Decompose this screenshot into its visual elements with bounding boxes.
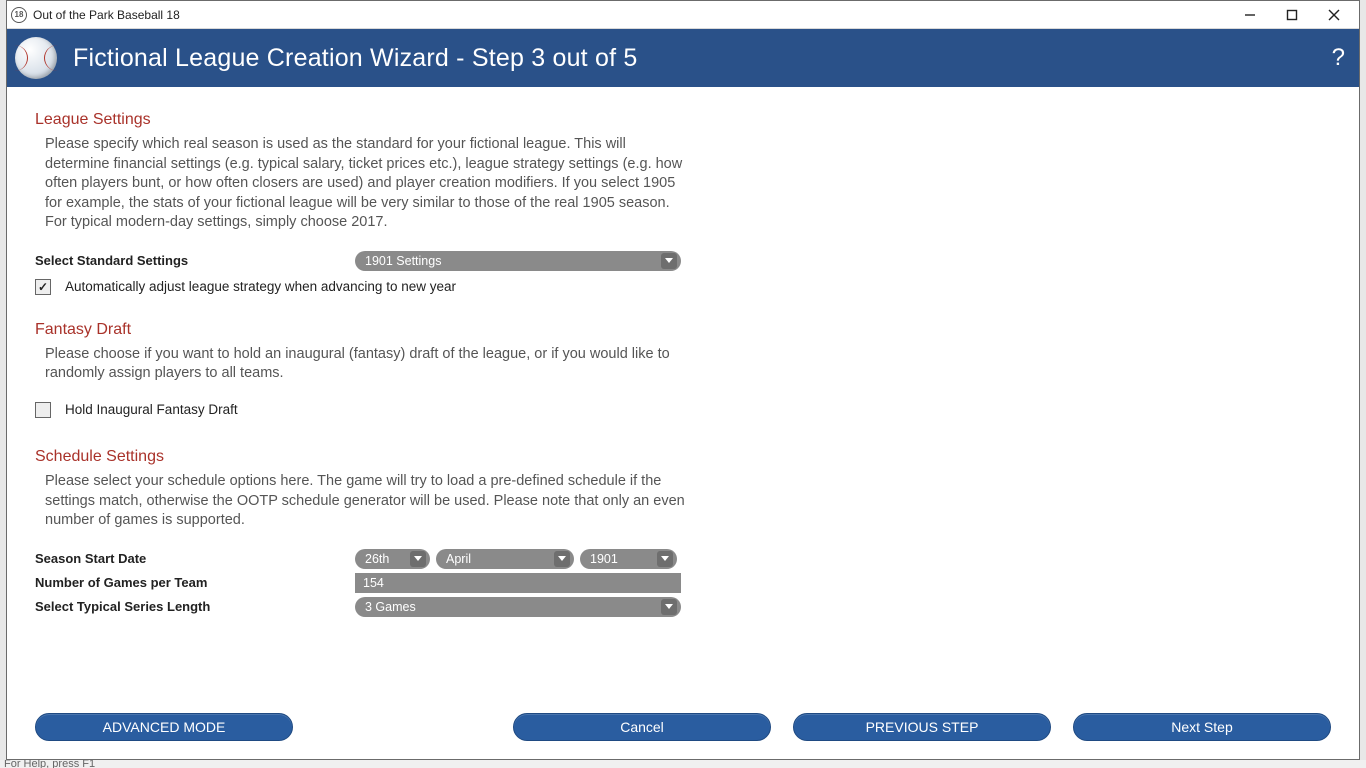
auto-adjust-checkbox[interactable] [35,279,51,295]
status-bar-fragment: For Help, press F1 [0,760,1366,768]
chevron-down-icon [554,551,570,567]
hold-draft-checkbox[interactable] [35,402,51,418]
start-day-select[interactable]: 26th [355,549,430,569]
advanced-mode-button[interactable]: ADVANCED MODE [35,713,293,741]
series-length-value: 3 Games [365,600,416,614]
league-settings-heading: League Settings [35,111,1331,129]
chevron-down-icon [657,551,673,567]
games-per-team-input[interactable] [355,573,681,593]
wizard-content: League Settings Please specify which rea… [7,87,1359,683]
titlebar: 18 Out of the Park Baseball 18 [7,1,1359,29]
start-month-value: April [446,552,471,566]
fantasy-draft-desc: Please choose if you want to hold an ina… [45,345,685,384]
chevron-down-icon [661,599,677,615]
standard-settings-value: 1901 Settings [365,254,441,268]
minimize-button[interactable] [1229,3,1271,27]
start-day-value: 26th [365,552,389,566]
app-window: 18 Out of the Park Baseball 18 Fictional… [6,0,1360,760]
schedule-settings-desc: Please select your schedule options here… [45,472,685,531]
series-length-label: Select Typical Series Length [35,599,355,614]
maximize-button[interactable] [1271,3,1313,27]
games-per-team-label: Number of Games per Team [35,575,355,590]
minimize-icon [1244,9,1256,21]
start-year-value: 1901 [590,552,618,566]
wizard-title: Fictional League Creation Wizard - Step … [73,44,637,73]
hold-draft-label: Hold Inaugural Fantasy Draft [65,402,238,417]
series-length-select[interactable]: 3 Games [355,597,681,617]
previous-step-button[interactable]: PREVIOUS STEP [793,713,1051,741]
maximize-icon [1286,9,1298,21]
season-start-label: Season Start Date [35,551,355,566]
standard-settings-select[interactable]: 1901 Settings [355,251,681,271]
window-title: Out of the Park Baseball 18 [33,8,180,22]
fantasy-draft-heading: Fantasy Draft [35,321,1331,339]
start-month-select[interactable]: April [436,549,574,569]
wizard-button-bar: ADVANCED MODE Cancel PREVIOUS STEP Next … [7,713,1359,741]
wizard-header: Fictional League Creation Wizard - Step … [7,29,1359,87]
cancel-button[interactable]: Cancel [513,713,771,741]
auto-adjust-label: Automatically adjust league strategy whe… [65,279,456,294]
close-button[interactable] [1313,3,1355,27]
chevron-down-icon [661,253,677,269]
close-icon [1328,9,1340,21]
help-icon[interactable]: ? [1332,44,1345,72]
standard-settings-label: Select Standard Settings [35,253,355,268]
league-settings-desc: Please specify which real season is used… [45,135,685,233]
start-year-select[interactable]: 1901 [580,549,677,569]
next-step-button[interactable]: Next Step [1073,713,1331,741]
schedule-settings-heading: Schedule Settings [35,448,1331,466]
app-icon: 18 [11,7,27,23]
chevron-down-icon [410,551,426,567]
baseball-icon [15,37,57,79]
